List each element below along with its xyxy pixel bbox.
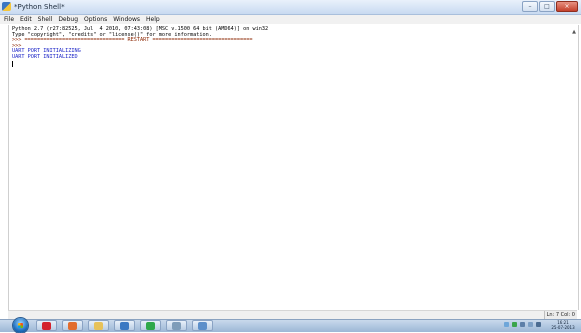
taskbar-app-idle[interactable]: [192, 320, 213, 331]
paint-icon: [172, 321, 181, 330]
menu-windows[interactable]: Windows: [110, 15, 143, 24]
menu-bar: File Edit Shell Debug Options Windows He…: [0, 15, 581, 24]
window-controls: – □ ×: [521, 1, 578, 12]
scroll-up-icon[interactable]: ▲: [572, 29, 576, 35]
menu-shell[interactable]: Shell: [35, 15, 56, 24]
menu-edit[interactable]: Edit: [17, 15, 35, 24]
title-bar: *Python Shell* – □ ×: [0, 0, 581, 15]
maximize-button[interactable]: □: [539, 1, 555, 12]
taskbar-app-chrome[interactable]: [140, 320, 161, 331]
chrome-icon: [146, 321, 155, 330]
minimize-button[interactable]: –: [522, 1, 538, 12]
status-bar: Ln: 7 Col: 0: [8, 310, 577, 319]
restart-line: >>> ================================ RES…: [12, 37, 253, 44]
taskbar-app-folder[interactable]: [88, 320, 109, 331]
cursor-line: [12, 60, 268, 67]
taskbar-app-opera[interactable]: [36, 320, 57, 331]
taskbar-app-python[interactable]: [114, 320, 135, 331]
taskbar-app-paint[interactable]: [166, 320, 187, 331]
python-icon: [120, 321, 129, 330]
python-icon: [2, 2, 11, 11]
clock-date: 25-07-2013: [551, 325, 575, 330]
text-cursor: [12, 60, 13, 67]
clock[interactable]: 16:21 25-07-2013: [547, 320, 579, 330]
tray-arrow-icon[interactable]: [504, 322, 509, 327]
shell-output: Python 2.7 (r27:82525, Jul 4 2010, 07:43…: [12, 26, 268, 67]
menu-options[interactable]: Options: [81, 15, 110, 24]
volume-icon[interactable]: [536, 322, 541, 327]
menu-help[interactable]: Help: [143, 15, 163, 24]
taskbar: 16:21 25-07-2013: [0, 318, 581, 333]
menu-file[interactable]: File: [0, 15, 17, 24]
network-icon[interactable]: [512, 322, 517, 327]
window-title: *Python Shell*: [14, 3, 65, 11]
system-tray: [504, 322, 541, 327]
taskbar-app-media[interactable]: [62, 320, 83, 331]
folder-icon: [94, 321, 103, 330]
flag-icon[interactable]: [520, 322, 525, 327]
shell-text-area[interactable]: Python 2.7 (r27:82525, Jul 4 2010, 07:43…: [8, 25, 579, 310]
idle-icon: [198, 321, 207, 330]
cursor-position: Ln: 7 Col: 0: [543, 311, 577, 319]
opera-icon: [42, 321, 51, 330]
close-button[interactable]: ×: [556, 1, 578, 12]
battery-icon[interactable]: [528, 322, 533, 327]
media-player-icon: [68, 321, 77, 330]
menu-debug[interactable]: Debug: [55, 15, 81, 24]
